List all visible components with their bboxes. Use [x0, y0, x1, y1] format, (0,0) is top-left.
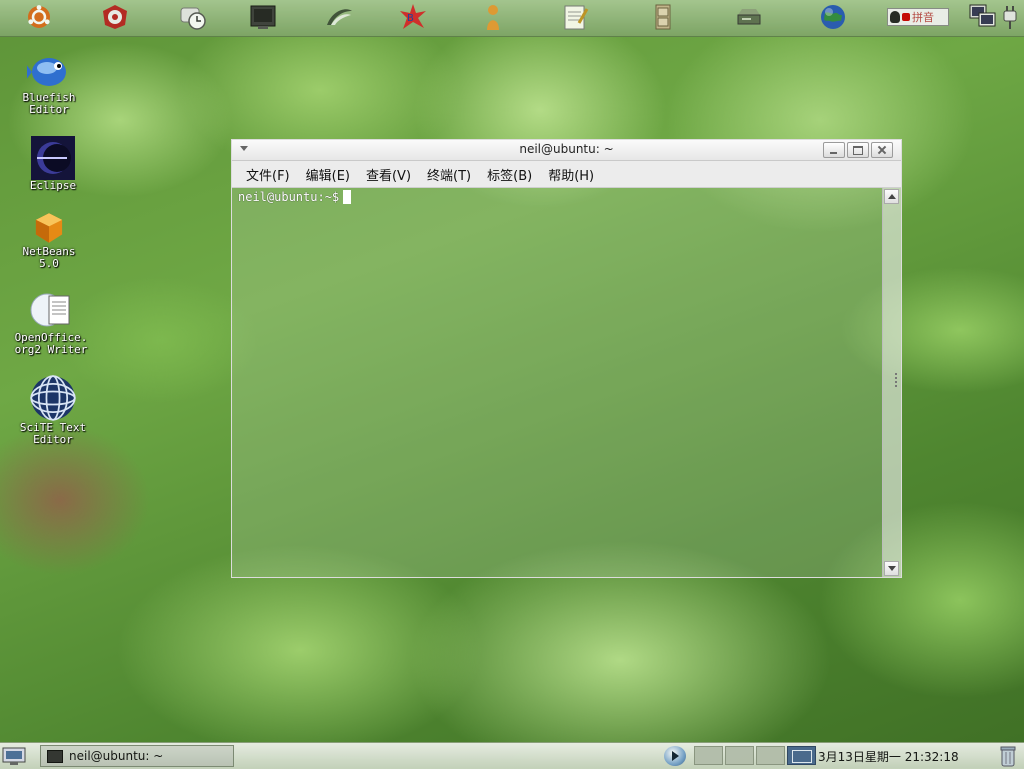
prompt-text: neil@ubuntu:~$ — [238, 190, 340, 204]
window-title: neil@ubuntu: ~ — [519, 142, 614, 156]
network-monitor-icon[interactable] — [968, 2, 998, 32]
workspace-1[interactable] — [694, 746, 723, 765]
ubuntu-menu-icon[interactable] — [24, 2, 54, 32]
notepad-icon[interactable] — [560, 2, 590, 32]
desktop-icon-openoffice-writer[interactable]: OpenOffice. org2 Writer — [6, 288, 96, 356]
scite-sphere-icon — [30, 375, 76, 421]
desktop-icon-scite[interactable]: SciTE Text Editor — [8, 374, 98, 446]
desktop-icon-label: OpenOffice. org2 Writer — [14, 331, 88, 356]
top-panel: B 拼音 — [0, 0, 1024, 37]
workspace-3[interactable] — [756, 746, 785, 765]
text-cursor — [343, 190, 352, 204]
show-desktop-icon[interactable] — [2, 746, 28, 766]
clock-settings-icon[interactable] — [178, 2, 208, 32]
writer-document-icon — [30, 293, 70, 327]
filing-cabinet-icon[interactable] — [648, 2, 678, 32]
svg-text:B: B — [407, 13, 414, 24]
tux-icon — [890, 11, 900, 23]
person-figure-icon[interactable] — [478, 2, 508, 32]
terminal-monitor-icon[interactable] — [248, 2, 278, 32]
desktop-icon-label: Eclipse — [29, 179, 77, 192]
workspace-4[interactable] — [787, 746, 816, 765]
drive-icon[interactable] — [734, 2, 764, 32]
scroll-down-arrow-icon[interactable] — [884, 561, 899, 576]
menu-help[interactable]: 帮助(H) — [542, 165, 604, 184]
scroll-up-arrow-icon[interactable] — [884, 189, 899, 204]
power-plug-icon[interactable] — [995, 2, 1024, 32]
biohazard-icon[interactable] — [100, 2, 130, 32]
lock-icon — [902, 13, 910, 21]
trash-icon[interactable] — [1000, 745, 1016, 767]
globe-icon[interactable] — [818, 2, 848, 32]
star-blast-icon[interactable]: B — [398, 2, 428, 32]
desktop-icon-label: SciTE Text Editor — [19, 421, 87, 446]
window-titlebar[interactable]: neil@ubuntu: ~ — [232, 140, 901, 161]
netbeans-cube-icon — [35, 213, 63, 243]
terminal-menubar: 文件(F) 编辑(E) 查看(V) 终端(T) 标签(B) 帮助(H) — [232, 161, 901, 188]
ime-indicator[interactable]: 拼音 — [887, 8, 949, 26]
taskbar-button-label: neil@ubuntu: ~ — [69, 749, 164, 763]
scroll-grip[interactable] — [895, 373, 899, 387]
menu-view[interactable]: 查看(V) — [360, 165, 421, 184]
bottom-panel: neil@ubuntu: ~ 3月13日星期一 21:32:18 — [0, 742, 1024, 769]
desktop-icon-bluefish[interactable]: Bluefish Editor — [4, 48, 94, 116]
eclipse-icon — [31, 136, 75, 180]
menu-edit[interactable]: 编辑(E) — [300, 165, 360, 184]
ime-label: 拼音 — [912, 11, 934, 24]
media-play-icon[interactable] — [664, 746, 686, 766]
shell-prompt: neil@ubuntu:~$ — [238, 190, 352, 204]
terminal-task-icon — [47, 749, 63, 763]
menu-file[interactable]: 文件(F) — [240, 165, 300, 184]
menu-terminal[interactable]: 终端(T) — [421, 165, 481, 184]
terminal-window[interactable]: neil@ubuntu: ~ 文件(F) 编辑(E) 查看(V) 终端(T) 标… — [231, 139, 902, 578]
desktop-icon-label: Bluefish Editor — [22, 91, 76, 116]
menu-tabs[interactable]: 标签(B) — [481, 165, 542, 184]
terminal-output-area[interactable]: neil@ubuntu:~$ — [232, 188, 883, 577]
desktop-icon-label: NetBeans 5.0 — [22, 245, 76, 270]
minimize-button[interactable] — [823, 142, 845, 158]
desktop-icon-eclipse[interactable]: Eclipse — [8, 136, 98, 192]
close-button[interactable] — [871, 142, 893, 158]
workspace-2[interactable] — [725, 746, 754, 765]
wing-swoosh-icon[interactable] — [324, 2, 354, 32]
clock[interactable]: 3月13日星期一 21:32:18 — [818, 748, 959, 765]
bluefish-icon — [27, 58, 66, 86]
desktop-icon-netbeans[interactable]: NetBeans 5.0 — [4, 210, 94, 270]
maximize-button[interactable] — [847, 142, 869, 158]
vertical-scrollbar[interactable] — [882, 188, 901, 577]
taskbar-button-terminal[interactable]: neil@ubuntu: ~ — [40, 745, 234, 767]
